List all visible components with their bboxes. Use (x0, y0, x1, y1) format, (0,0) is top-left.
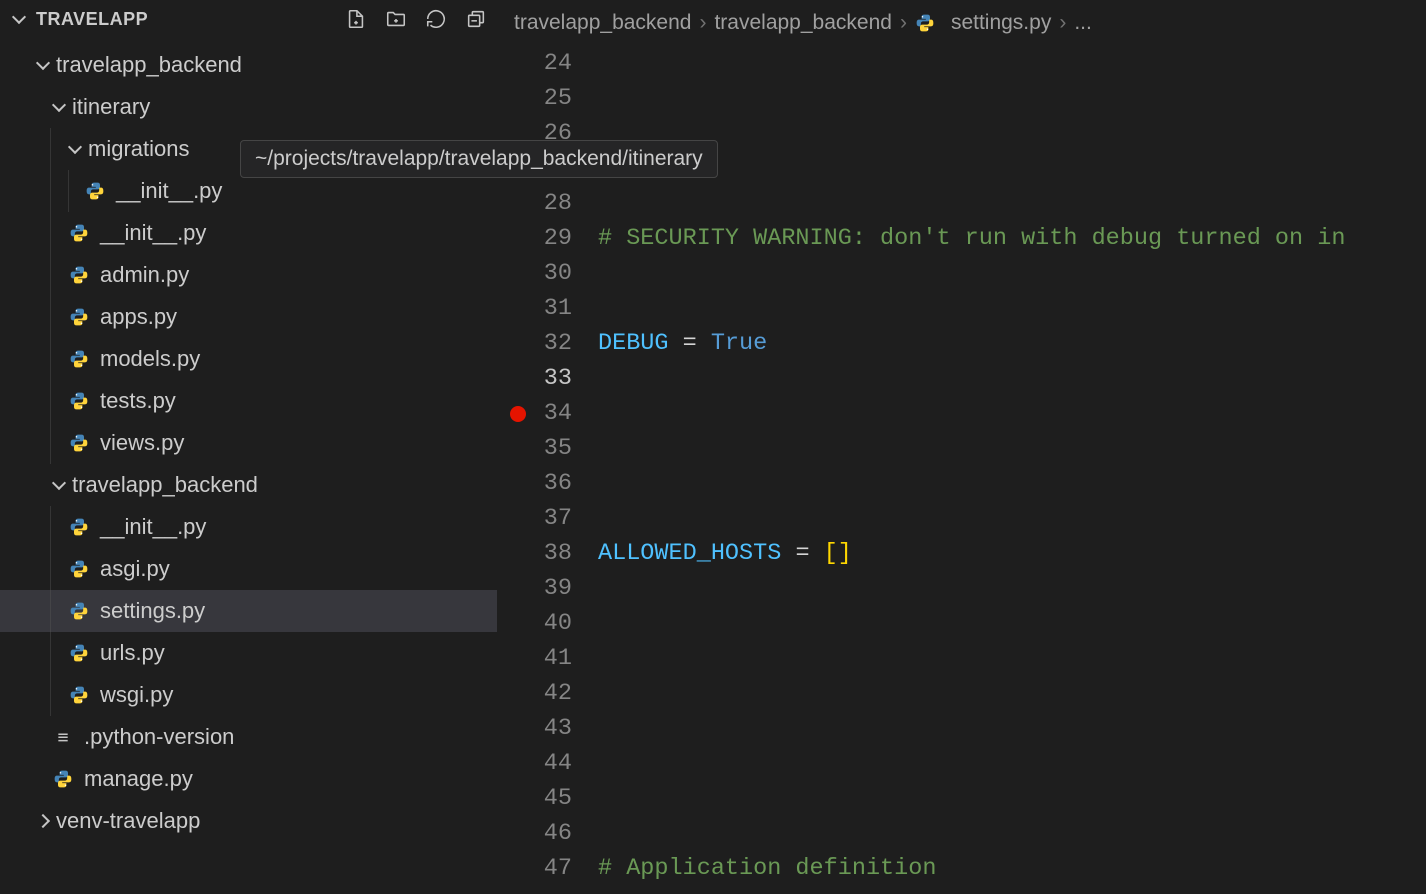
folder-venv[interactable]: venv-travelapp (0, 800, 497, 842)
breadcrumb-seg[interactable]: settings.py (915, 11, 1051, 35)
file-label: wsgi.py (100, 682, 173, 708)
editor-pane: travelapp_backend › travelapp_backend › … (498, 0, 1426, 894)
code-content[interactable]: # SECURITY WARNING: don't run with debug… (598, 46, 1426, 894)
python-file-icon (68, 558, 90, 580)
file-label: .python-version (84, 724, 234, 750)
python-file-icon (68, 516, 90, 538)
python-file-icon (68, 432, 90, 454)
file-tests[interactable]: tests.py (0, 380, 497, 422)
file-backend-init[interactable]: __init__.py (0, 506, 497, 548)
python-file-icon (68, 264, 90, 286)
chevron-down-icon (68, 140, 82, 154)
folder-travelapp-backend-inner[interactable]: travelapp_backend (0, 464, 497, 506)
folder-label: travelapp_backend (56, 52, 242, 78)
file-label: models.py (100, 346, 200, 372)
chevron-right-icon: › (1059, 11, 1066, 35)
file-manage[interactable]: manage.py (0, 758, 497, 800)
breakpoint-icon[interactable] (510, 406, 526, 422)
python-file-icon (915, 13, 935, 33)
file-label: manage.py (84, 766, 193, 792)
chevron-down-icon (52, 476, 66, 490)
project-title: TRAVELAPP (36, 9, 148, 30)
file-label: __init__.py (100, 220, 206, 246)
python-file-icon (68, 600, 90, 622)
folder-label: itinerary (72, 94, 150, 120)
folder-travelapp-backend-root[interactable]: travelapp_backend (0, 44, 497, 86)
file-settings[interactable]: settings.py (0, 590, 497, 632)
explorer-sidebar: TRAVELAPP travelapp_backend (0, 0, 498, 894)
file-itinerary-init[interactable]: __init__.py (0, 212, 497, 254)
folder-itinerary[interactable]: itinerary (0, 86, 497, 128)
file-label: urls.py (100, 640, 165, 666)
python-file-icon (68, 222, 90, 244)
file-label: __init__.py (100, 514, 206, 540)
breadcrumb-seg[interactable]: travelapp_backend (514, 11, 691, 35)
new-folder-icon[interactable] (385, 8, 407, 30)
chevron-down-icon (36, 56, 50, 70)
chevron-down-icon (52, 98, 66, 112)
file-urls[interactable]: urls.py (0, 632, 497, 674)
file-label: views.py (100, 430, 184, 456)
file-wsgi[interactable]: wsgi.py (0, 674, 497, 716)
file-label: asgi.py (100, 556, 170, 582)
chevron-right-icon: › (699, 11, 706, 35)
file-label: apps.py (100, 304, 177, 330)
python-file-icon (68, 348, 90, 370)
file-views[interactable]: views.py (0, 422, 497, 464)
breadcrumb-overflow[interactable]: ... (1074, 11, 1092, 35)
refresh-icon[interactable] (425, 8, 447, 30)
folder-label: travelapp_backend (72, 472, 258, 498)
file-label: __init__.py (116, 178, 222, 204)
collapse-all-icon[interactable] (465, 8, 487, 30)
new-file-icon[interactable] (345, 8, 367, 30)
python-file-icon (68, 684, 90, 706)
folder-label: migrations (88, 136, 189, 162)
file-label: tests.py (100, 388, 176, 414)
breadcrumb-seg[interactable]: travelapp_backend (714, 11, 891, 35)
path-tooltip: ~/projects/travelapp/travelapp_backend/i… (240, 140, 497, 178)
explorer-header: TRAVELAPP (0, 0, 497, 38)
file-python-version[interactable]: ≡ .python-version (0, 716, 497, 758)
python-file-icon (68, 390, 90, 412)
file-apps[interactable]: apps.py (0, 296, 497, 338)
chevron-right-icon: › (900, 11, 907, 35)
python-file-icon (68, 642, 90, 664)
python-file-icon (52, 768, 74, 790)
file-admin[interactable]: admin.py (0, 254, 497, 296)
python-file-icon (84, 180, 106, 202)
file-label: settings.py (100, 598, 205, 624)
file-asgi[interactable]: asgi.py (0, 548, 497, 590)
chevron-down-icon[interactable] (12, 10, 26, 24)
file-tree: travelapp_backend itinerary ~/projects/t… (0, 38, 497, 894)
folder-label: venv-travelapp (56, 808, 200, 834)
chevron-right-icon (36, 814, 50, 828)
file-label: admin.py (100, 262, 189, 288)
text-file-icon: ≡ (52, 726, 74, 748)
python-file-icon (68, 306, 90, 328)
breadcrumbs[interactable]: travelapp_backend › travelapp_backend › … (498, 0, 1426, 46)
file-models[interactable]: models.py (0, 338, 497, 380)
